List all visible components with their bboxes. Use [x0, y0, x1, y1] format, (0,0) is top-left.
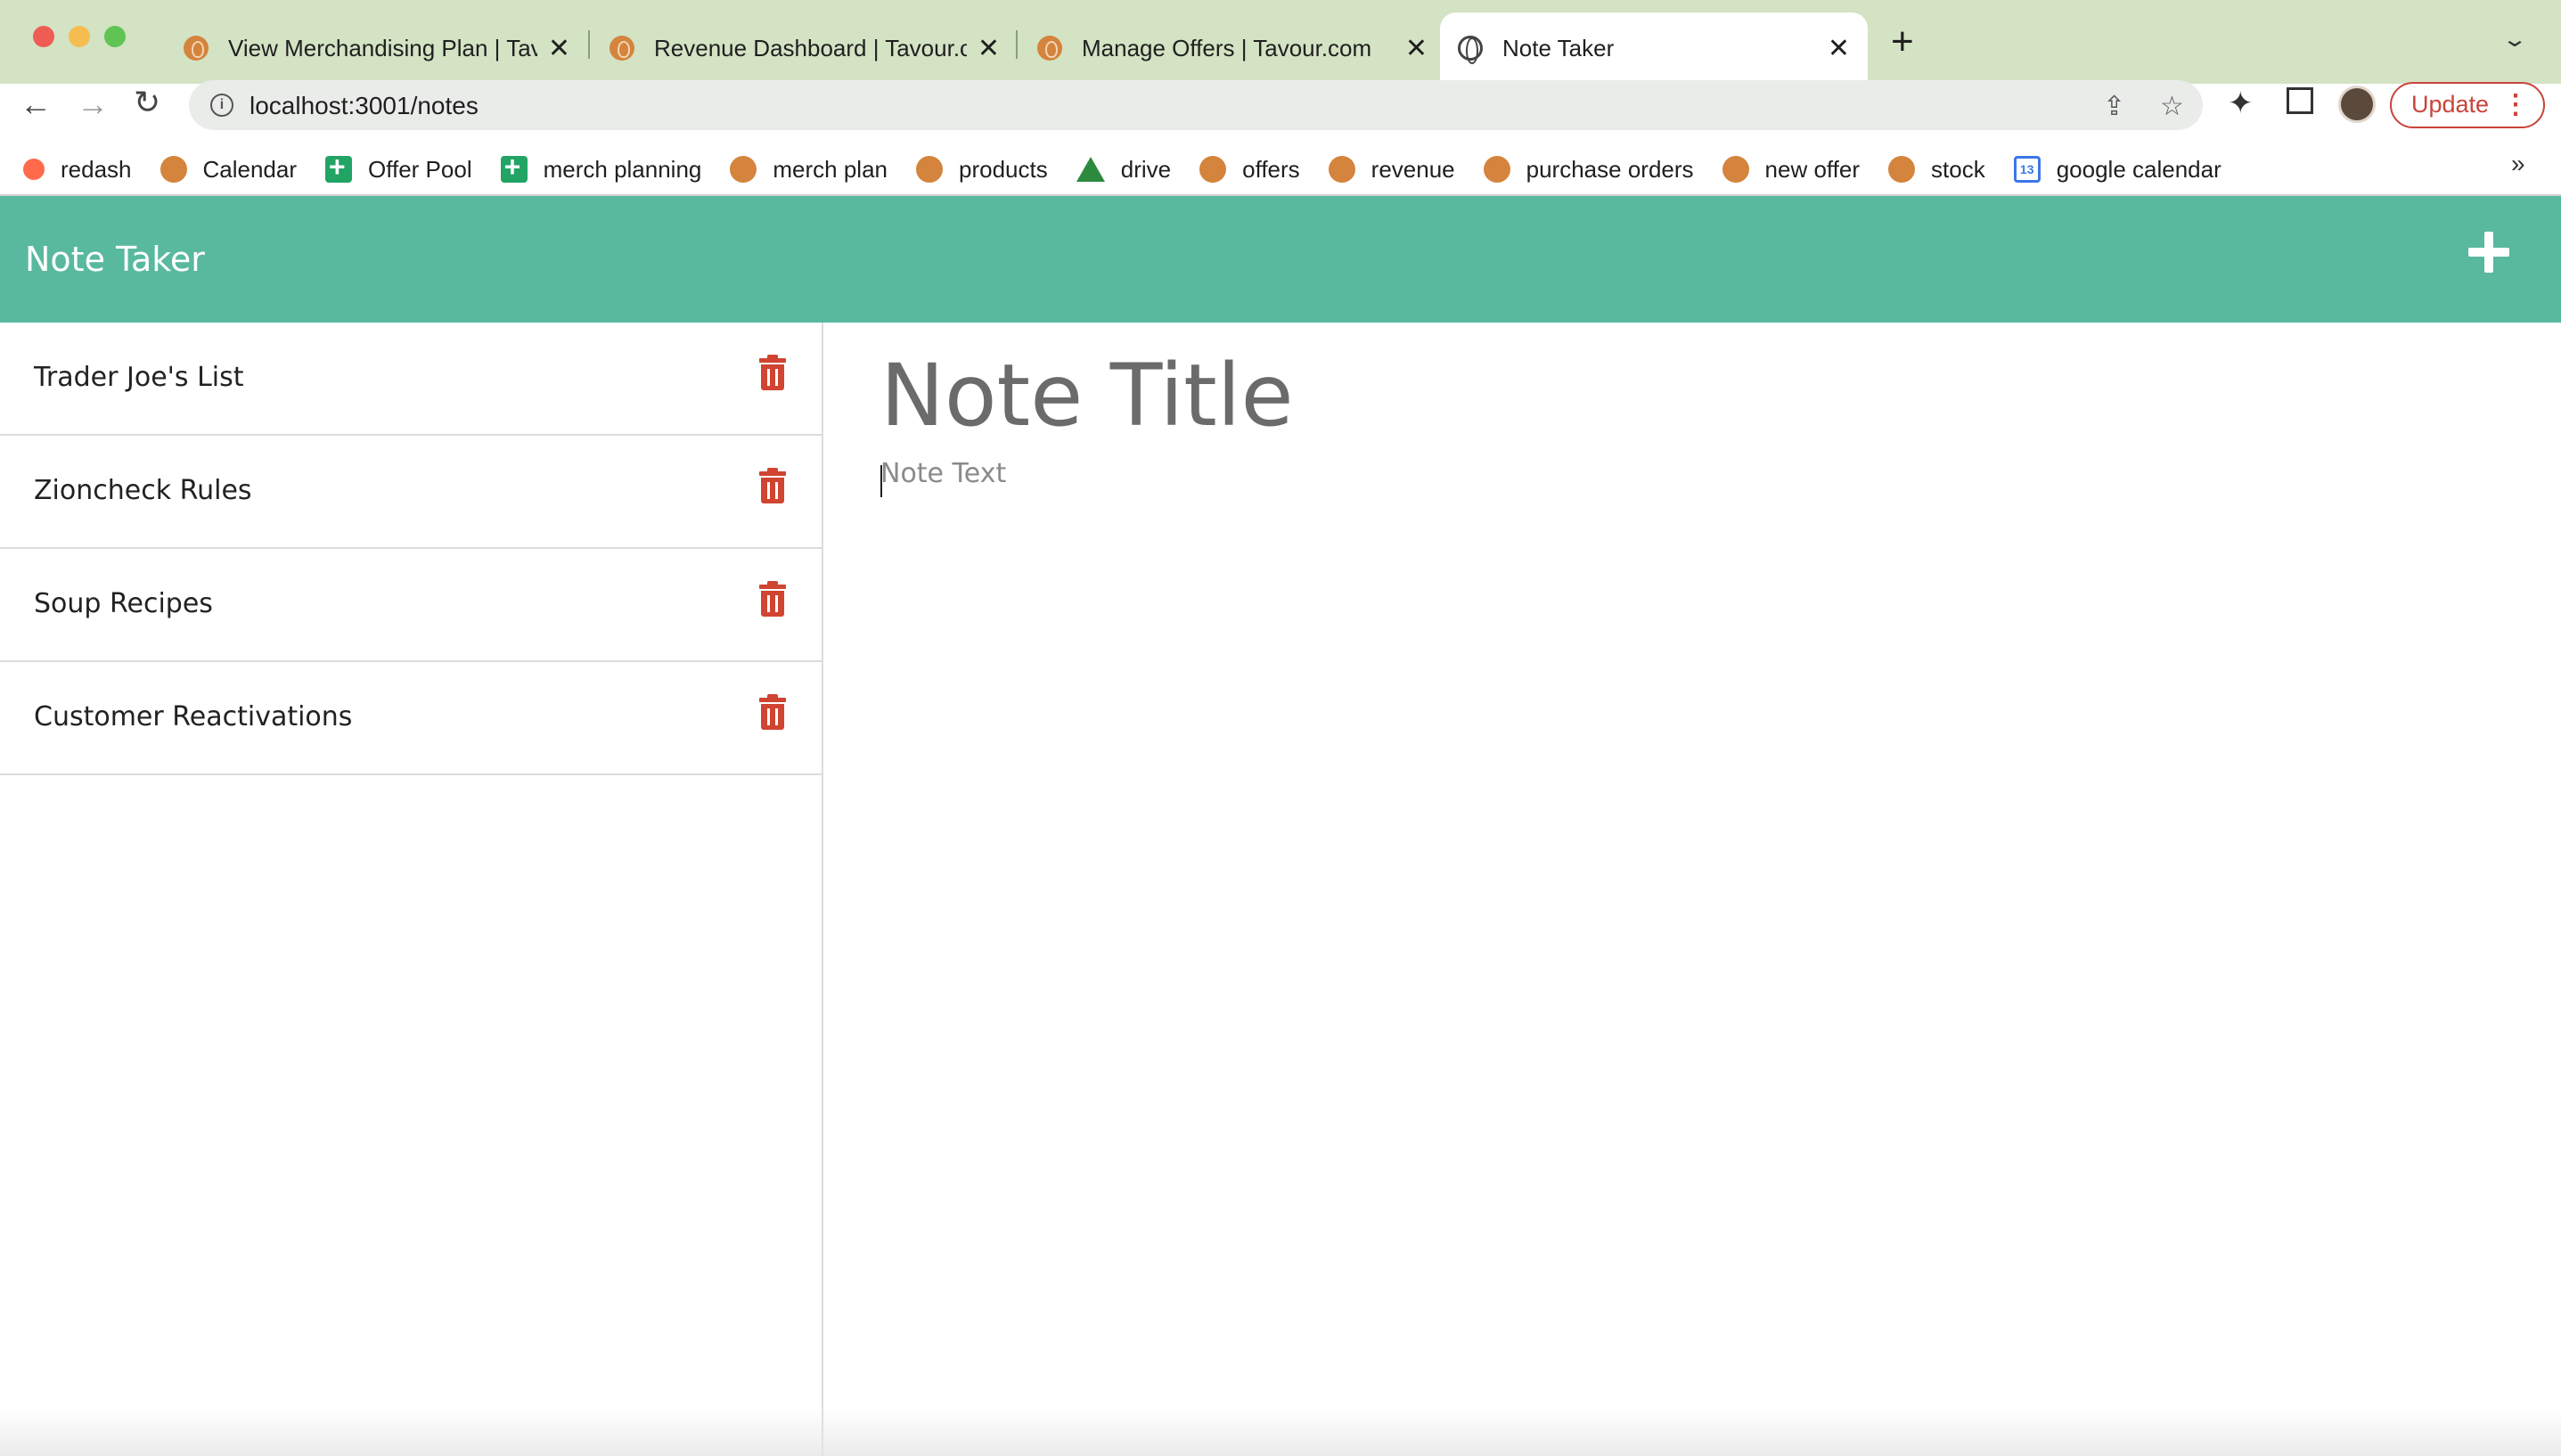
tab-separator: [1016, 30, 1018, 59]
bookmark-label: purchase orders: [1526, 155, 1694, 183]
tavour-icon: [1037, 36, 1062, 61]
bookmark-label: merch plan: [773, 155, 888, 183]
tab-close-icon[interactable]: ✕: [1405, 33, 1428, 64]
sheets-icon: [325, 151, 353, 184]
sheets-icon: [500, 151, 528, 184]
side-panel-icon[interactable]: [2287, 87, 2313, 114]
note-title[interactable]: Trader Joe's List: [34, 362, 244, 393]
bookmark-item[interactable]: new offer: [1722, 156, 1860, 184]
tavour-icon: [1888, 156, 1916, 183]
bookmark-item[interactable]: merch plan: [730, 156, 888, 184]
url-text[interactable]: localhost:3001/notes: [250, 92, 479, 120]
bookmark-label: google calendar: [2056, 155, 2221, 183]
bookmark-label: offers: [1242, 155, 1300, 183]
bookmark-label: redash: [61, 155, 132, 183]
bookmark-item[interactable]: offers: [1199, 156, 1300, 184]
list-item[interactable]: Trader Joe's List: [0, 323, 822, 436]
browser-tab[interactable]: View Merchandising Plan | Tavour.com ✕: [166, 12, 588, 84]
trash-icon[interactable]: [759, 468, 786, 503]
tavour-icon: [1722, 156, 1749, 183]
tab-close-icon[interactable]: ✕: [978, 33, 1000, 64]
update-label: Update: [2411, 91, 2490, 118]
browser-tab-strip: View Merchandising Plan | Tavour.com ✕ R…: [0, 0, 2561, 84]
tab-close-icon[interactable]: ✕: [548, 33, 570, 64]
tavour-icon: [730, 156, 757, 183]
bookmark-label: merch planning: [543, 155, 702, 183]
bookmark-item[interactable]: merch planning: [500, 151, 702, 184]
bookmark-item[interactable]: Offer Pool: [325, 151, 472, 184]
profile-avatar[interactable]: [2338, 86, 2376, 123]
note-title-input[interactable]: [880, 346, 2484, 446]
tavour-icon: [916, 156, 944, 183]
notes-list: Trader Joe's List Zioncheck Rules Soup R…: [0, 323, 823, 1456]
forward-arrow-icon[interactable]: →: [77, 86, 109, 123]
back-arrow-icon[interactable]: ←: [20, 86, 52, 123]
tab-close-icon[interactable]: ✕: [1828, 33, 1850, 64]
trash-icon[interactable]: [759, 581, 786, 617]
share-icon[interactable]: ⇪: [2103, 91, 2125, 122]
browser-tab-active[interactable]: Note Taker ✕: [1440, 12, 1868, 84]
bookmark-item[interactable]: drive: [1076, 156, 1171, 184]
new-tab-button[interactable]: +: [1891, 20, 1914, 64]
update-button[interactable]: Update ⋮: [2390, 82, 2545, 128]
window-zoom-button[interactable]: [104, 26, 126, 47]
tab-title: View Merchandising Plan | Tavour.com: [228, 34, 537, 61]
tab-search-chevron-icon[interactable]: ⌄: [2501, 27, 2528, 53]
tavour-icon: [184, 36, 209, 61]
bookmark-label: Offer Pool: [368, 155, 472, 183]
trash-icon[interactable]: [759, 694, 786, 730]
tavour-icon: [1199, 156, 1227, 183]
note-title[interactable]: Customer Reactivations: [34, 701, 352, 732]
google-calendar-icon: 13: [2013, 156, 2041, 183]
tavour-icon: [1483, 156, 1510, 183]
note-editor: [825, 323, 2561, 1456]
bookmark-label: new offer: [1764, 155, 1861, 183]
bookmark-item[interactable]: stock: [1888, 156, 1985, 184]
redash-icon: [23, 159, 45, 180]
drive-icon: [1076, 157, 1105, 182]
bookmark-label: revenue: [1371, 155, 1455, 183]
note-text-input[interactable]: [880, 458, 2484, 1349]
more-menu-icon[interactable]: ⋮: [2502, 84, 2529, 126]
note-title[interactable]: Soup Recipes: [34, 588, 213, 619]
bookmark-label: Calendar: [202, 155, 298, 183]
bookmark-item[interactable]: 13 google calendar: [2013, 155, 2221, 184]
list-item[interactable]: Soup Recipes: [0, 549, 822, 662]
bookmark-label: drive: [1120, 155, 1172, 183]
bookmarks-bar: redash Calendar Offer Pool merch plannin…: [0, 143, 2561, 196]
tavour-icon: [610, 36, 634, 61]
reload-icon[interactable]: ↻: [134, 84, 160, 121]
text-caret: [880, 465, 882, 497]
bookmark-label: products: [959, 155, 1048, 183]
extensions-puzzle-icon[interactable]: ✦: [2228, 86, 2254, 121]
tavour-icon: [160, 156, 187, 183]
browser-tab[interactable]: Revenue Dashboard | Tavour.com ✕: [592, 12, 1018, 84]
tab-title: Revenue Dashboard | Tavour.com: [654, 34, 967, 61]
window-minimize-button[interactable]: [69, 26, 90, 47]
tab-separator: [588, 30, 590, 59]
bookmark-item[interactable]: redash: [23, 156, 132, 184]
bookmark-label: stock: [1931, 155, 1985, 183]
globe-icon: [1458, 36, 1483, 64]
list-item[interactable]: Zioncheck Rules: [0, 436, 822, 549]
window-close-button[interactable]: [33, 26, 54, 47]
tab-title: Manage Offers | Tavour.com: [1082, 34, 1372, 61]
site-info-icon[interactable]: i: [210, 94, 233, 117]
more-bookmarks-icon[interactable]: »: [2511, 150, 2525, 178]
bookmark-item[interactable]: Calendar: [160, 155, 298, 184]
tavour-icon: [1328, 156, 1355, 183]
add-note-plus-icon[interactable]: [2465, 228, 2513, 276]
trash-icon[interactable]: [759, 355, 786, 390]
browser-tab[interactable]: Manage Offers | Tavour.com ✕: [1019, 12, 1445, 84]
tab-title: Note Taker: [1502, 34, 1615, 61]
app-header: Note Taker: [0, 196, 2561, 323]
app-title[interactable]: Note Taker: [25, 240, 205, 279]
bookmark-star-icon[interactable]: ☆: [2160, 91, 2184, 122]
list-item[interactable]: Customer Reactivations: [0, 662, 822, 775]
bookmark-item[interactable]: purchase orders: [1483, 155, 1694, 184]
note-title[interactable]: Zioncheck Rules: [34, 475, 252, 506]
bookmark-item[interactable]: products: [916, 156, 1048, 184]
address-bar[interactable]: i localhost:3001/notes ⇪ ☆: [189, 80, 2203, 130]
bookmark-item[interactable]: revenue: [1328, 155, 1455, 184]
